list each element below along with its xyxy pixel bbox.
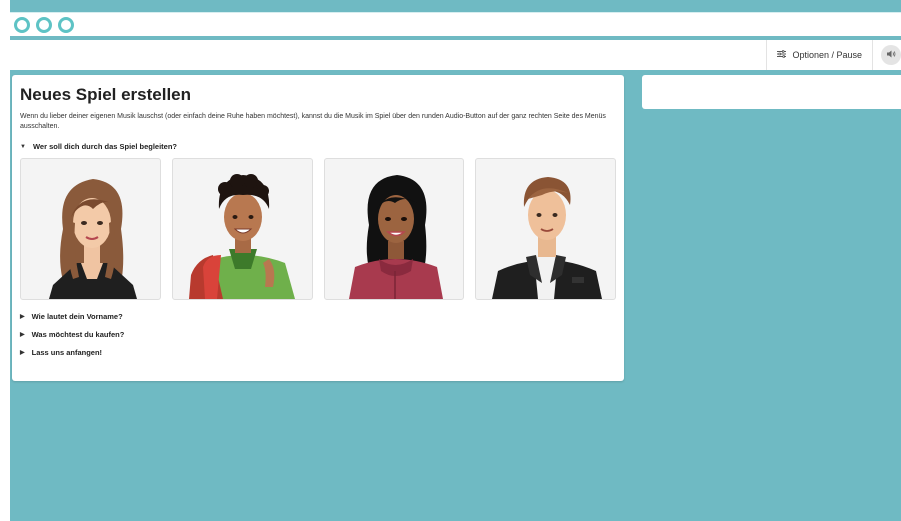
top-menu-bar: Optionen / Pause: [10, 40, 901, 70]
section-start-toggle[interactable]: ▶ Lass uns anfangen!: [20, 348, 616, 357]
character-card[interactable]: [475, 158, 616, 300]
page-title: Neues Spiel erstellen: [20, 85, 192, 104]
options-pause-button[interactable]: Optionen / Pause: [766, 40, 873, 70]
window-control-dot[interactable]: [14, 16, 30, 33]
woman-long-hair-avatar: [49, 179, 137, 299]
audio-toggle-button[interactable]: [881, 45, 901, 65]
window-control-dot[interactable]: [58, 16, 74, 33]
speaker-icon: [886, 50, 896, 60]
triangle-right-icon: ▶: [20, 332, 25, 338]
section-companion-toggle[interactable]: ▼ Wer soll dich durch das Spiel begleite…: [20, 142, 616, 151]
sliders-icon: [777, 50, 787, 60]
section-first-name-toggle[interactable]: ▶ Wie lautet dein Vorname?: [20, 312, 616, 321]
section-label: Was möchtest du kaufen?: [31, 330, 125, 339]
triangle-down-icon: ▼: [20, 143, 26, 150]
window-titlebar: [10, 12, 901, 36]
section-label: Lass uns anfangen!: [31, 348, 103, 357]
character-card[interactable]: [323, 158, 465, 300]
character-card[interactable]: [171, 158, 313, 300]
options-pause-label: Optionen / Pause: [792, 50, 862, 60]
man-leather-jacket-avatar: [492, 177, 603, 299]
intro-text: Wenn du lieber deiner eigenen Musik laus…: [20, 113, 606, 130]
triangle-right-icon: ▶: [20, 350, 25, 356]
character-card[interactable]: [20, 158, 161, 300]
triangle-right-icon: ▶: [20, 314, 25, 320]
new-game-card: Neues Spiel erstellen Wenn du lieber dei…: [12, 75, 624, 381]
section-purchase-toggle[interactable]: ▶ Was möchtest du kaufen?: [20, 330, 616, 339]
window-left-edge: [0, 0, 10, 521]
section-label: Wer soll dich durch das Spiel begleiten?: [32, 142, 178, 151]
woman-dark-hair-hoodie-avatar: [348, 175, 443, 299]
character-selection: [20, 158, 616, 300]
section-label: Wie lautet dein Vorname?: [31, 312, 123, 321]
side-panel: [642, 75, 901, 109]
window-control-dot[interactable]: [36, 16, 52, 33]
man-curly-hair-backpack-avatar: [188, 174, 295, 299]
